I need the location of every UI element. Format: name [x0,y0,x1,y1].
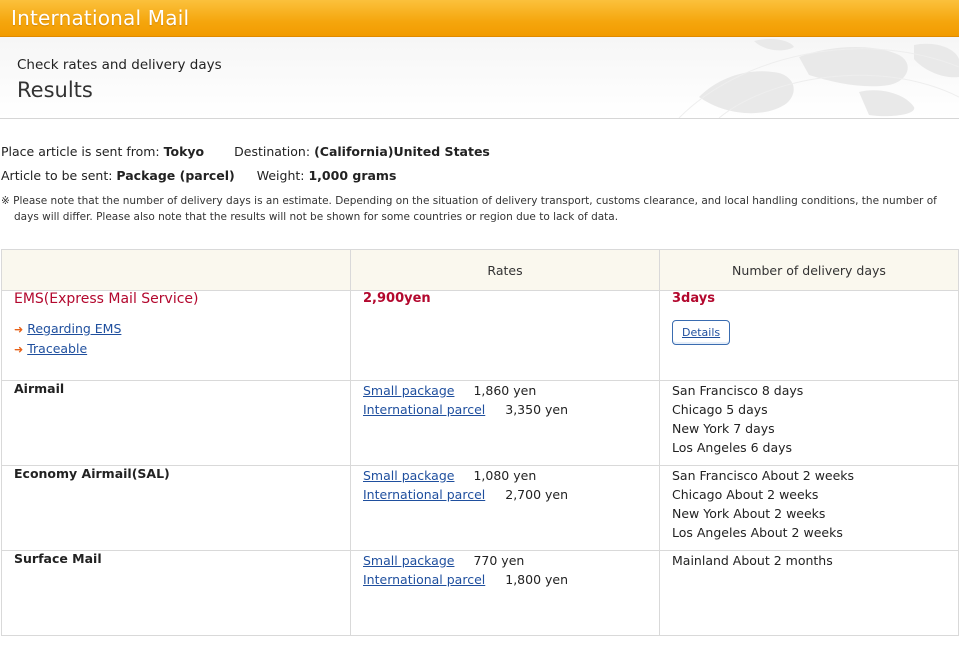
table-row-surface: Surface Mail Small package 770 yen Intern… [1,550,959,636]
weight-label: Weight: [256,168,305,183]
ems-days: 3days [672,291,715,306]
details-button[interactable]: Details [672,320,731,345]
method-name: Economy Airmail(SAL) [14,466,170,481]
method-name: Airmail [14,381,65,396]
rate-amount: 1,800 yen [505,572,569,587]
ems-name: EMS(Express Mail Service) [14,291,199,307]
arrow-right-icon: ➜ [14,323,24,336]
arrow-right-icon: ➜ [14,343,24,356]
ems-rate-cell: 2,900yen [350,290,660,381]
delivery-days: San Francisco About 2 weeks [672,468,855,483]
international-parcel-link[interactable]: International parcel [363,572,485,587]
header-method [1,249,351,291]
table-row-sal: Economy Airmail(SAL) Small package 1,080 … [1,465,959,551]
rate-amount: 770 yen [473,553,525,568]
from-value: Tokyo [163,144,205,159]
rate-amount: 1,860 yen [473,383,537,398]
international-parcel-link[interactable]: International parcel [363,487,485,502]
header-rates: Rates [350,249,660,291]
page-title: Results [17,78,93,102]
delivery-days: Los Angeles 6 days [672,440,793,455]
weight-value: 1,000 grams [308,168,397,183]
banner-title: International Mail [11,6,190,30]
article-label: Article to be sent: [1,168,113,183]
method-name: Surface Mail [14,551,102,566]
table-header-row: Rates Number of delivery days [1,249,959,291]
small-package-link[interactable]: Small package [363,468,454,483]
rate-amount: 2,700 yen [505,487,569,502]
rate-amount: 1,080 yen [473,468,537,483]
delivery-days: Chicago 5 days [672,402,768,417]
delivery-days: San Francisco 8 days [672,383,804,398]
delivery-days: New York About 2 weeks [672,506,826,521]
table-row-ems: EMS(Express Mail Service) ➜ Regarding EMS… [1,290,959,381]
delivery-days: Chicago About 2 weeks [672,487,819,502]
delivery-days: Mainland About 2 months [672,553,833,568]
estimate-note: ※ Please note that the number of deliver… [1,195,937,223]
article-weight-line: Article to be sent: Package (parcel) Wei… [1,168,396,183]
ems-rate: 2,900yen [363,291,431,306]
rate-amount: 3,350 yen [505,402,569,417]
destination-label: Destination: [234,144,311,159]
small-package-link[interactable]: Small package [363,553,454,568]
from-label: Place article is sent from: [1,144,160,159]
regarding-ems-link[interactable]: Regarding EMS [27,321,121,336]
page-subtitle: Check rates and delivery days [17,57,222,73]
destination-value: (California)United States [314,144,490,159]
traceable-link[interactable]: Traceable [27,341,87,356]
delivery-days: Los Angeles About 2 weeks [672,525,843,540]
delivery-days: New York 7 days [672,421,775,436]
ems-days-cell: 3days Details [659,290,959,381]
rates-table: Rates Number of delivery days EMS(Expres… [1,249,959,636]
table-row-airmail: Airmail Small package 1,860 yen Internati… [1,380,959,466]
article-value: Package (parcel) [116,168,235,183]
page-header: Check rates and delivery days Results [0,37,959,119]
world-map-icon [678,39,959,118]
top-banner: International Mail [0,0,959,37]
header-delivery-days: Number of delivery days [659,249,959,291]
origin-destination-line: Place article is sent from: Tokyo Destin… [1,144,490,159]
small-package-link[interactable]: Small package [363,383,454,398]
ems-method-cell: EMS(Express Mail Service) ➜ Regarding EMS… [1,290,351,381]
international-parcel-link[interactable]: International parcel [363,402,485,417]
